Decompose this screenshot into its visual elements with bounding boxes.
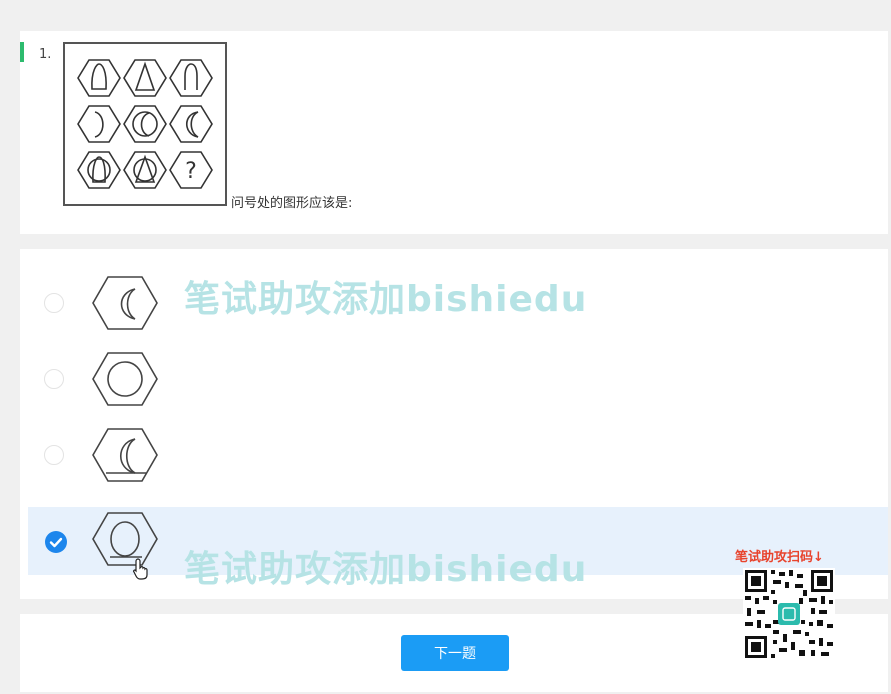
question-marker bbox=[20, 42, 24, 62]
ogive-shape-3 bbox=[92, 156, 106, 183]
hexagon-4 bbox=[77, 105, 121, 143]
radio-button[interactable] bbox=[44, 369, 64, 389]
crescent-shape-2 bbox=[185, 111, 199, 138]
ogive-shape-2 bbox=[184, 63, 198, 90]
crescent-shape-3 bbox=[190, 111, 199, 138]
arc-shape bbox=[94, 111, 104, 138]
question-number: 1. bbox=[39, 47, 52, 62]
option-b[interactable] bbox=[20, 345, 888, 413]
next-question-button[interactable]: 下一题 bbox=[401, 635, 509, 671]
scan-label: 笔试助攻扫码↓ bbox=[735, 550, 824, 565]
figure-grid-svg: ? bbox=[77, 59, 213, 189]
hexagon-3 bbox=[169, 59, 213, 97]
ogive-shape-1 bbox=[91, 63, 107, 90]
radio-button-checked[interactable] bbox=[45, 531, 67, 553]
option-c-figure bbox=[92, 428, 158, 482]
option-a[interactable] bbox=[20, 269, 888, 337]
option-a-figure bbox=[92, 276, 158, 330]
ring-shape-2 bbox=[87, 158, 111, 182]
radio-button[interactable] bbox=[44, 293, 64, 313]
exam-page: 1. ? 问号处的图形应该是: 笔试助攻添加bishiedu 笔试助攻添加bis… bbox=[0, 0, 891, 694]
triangle-shape bbox=[134, 61, 156, 91]
question-mark-icon: ? bbox=[185, 159, 197, 184]
qr-code-icon bbox=[743, 568, 835, 660]
hand-pointer-icon bbox=[132, 558, 148, 580]
hexagon-1 bbox=[77, 59, 121, 97]
check-icon bbox=[49, 537, 63, 548]
question-text: 问号处的图形应该是: bbox=[231, 196, 353, 211]
option-b-figure bbox=[92, 352, 158, 406]
crescent-shape-1 bbox=[140, 112, 150, 137]
option-c[interactable] bbox=[20, 421, 888, 489]
radio-button[interactable] bbox=[44, 445, 64, 465]
question-card: 1. ? 问号处的图形应该是: bbox=[20, 31, 888, 234]
question-figure: ? bbox=[63, 42, 227, 206]
